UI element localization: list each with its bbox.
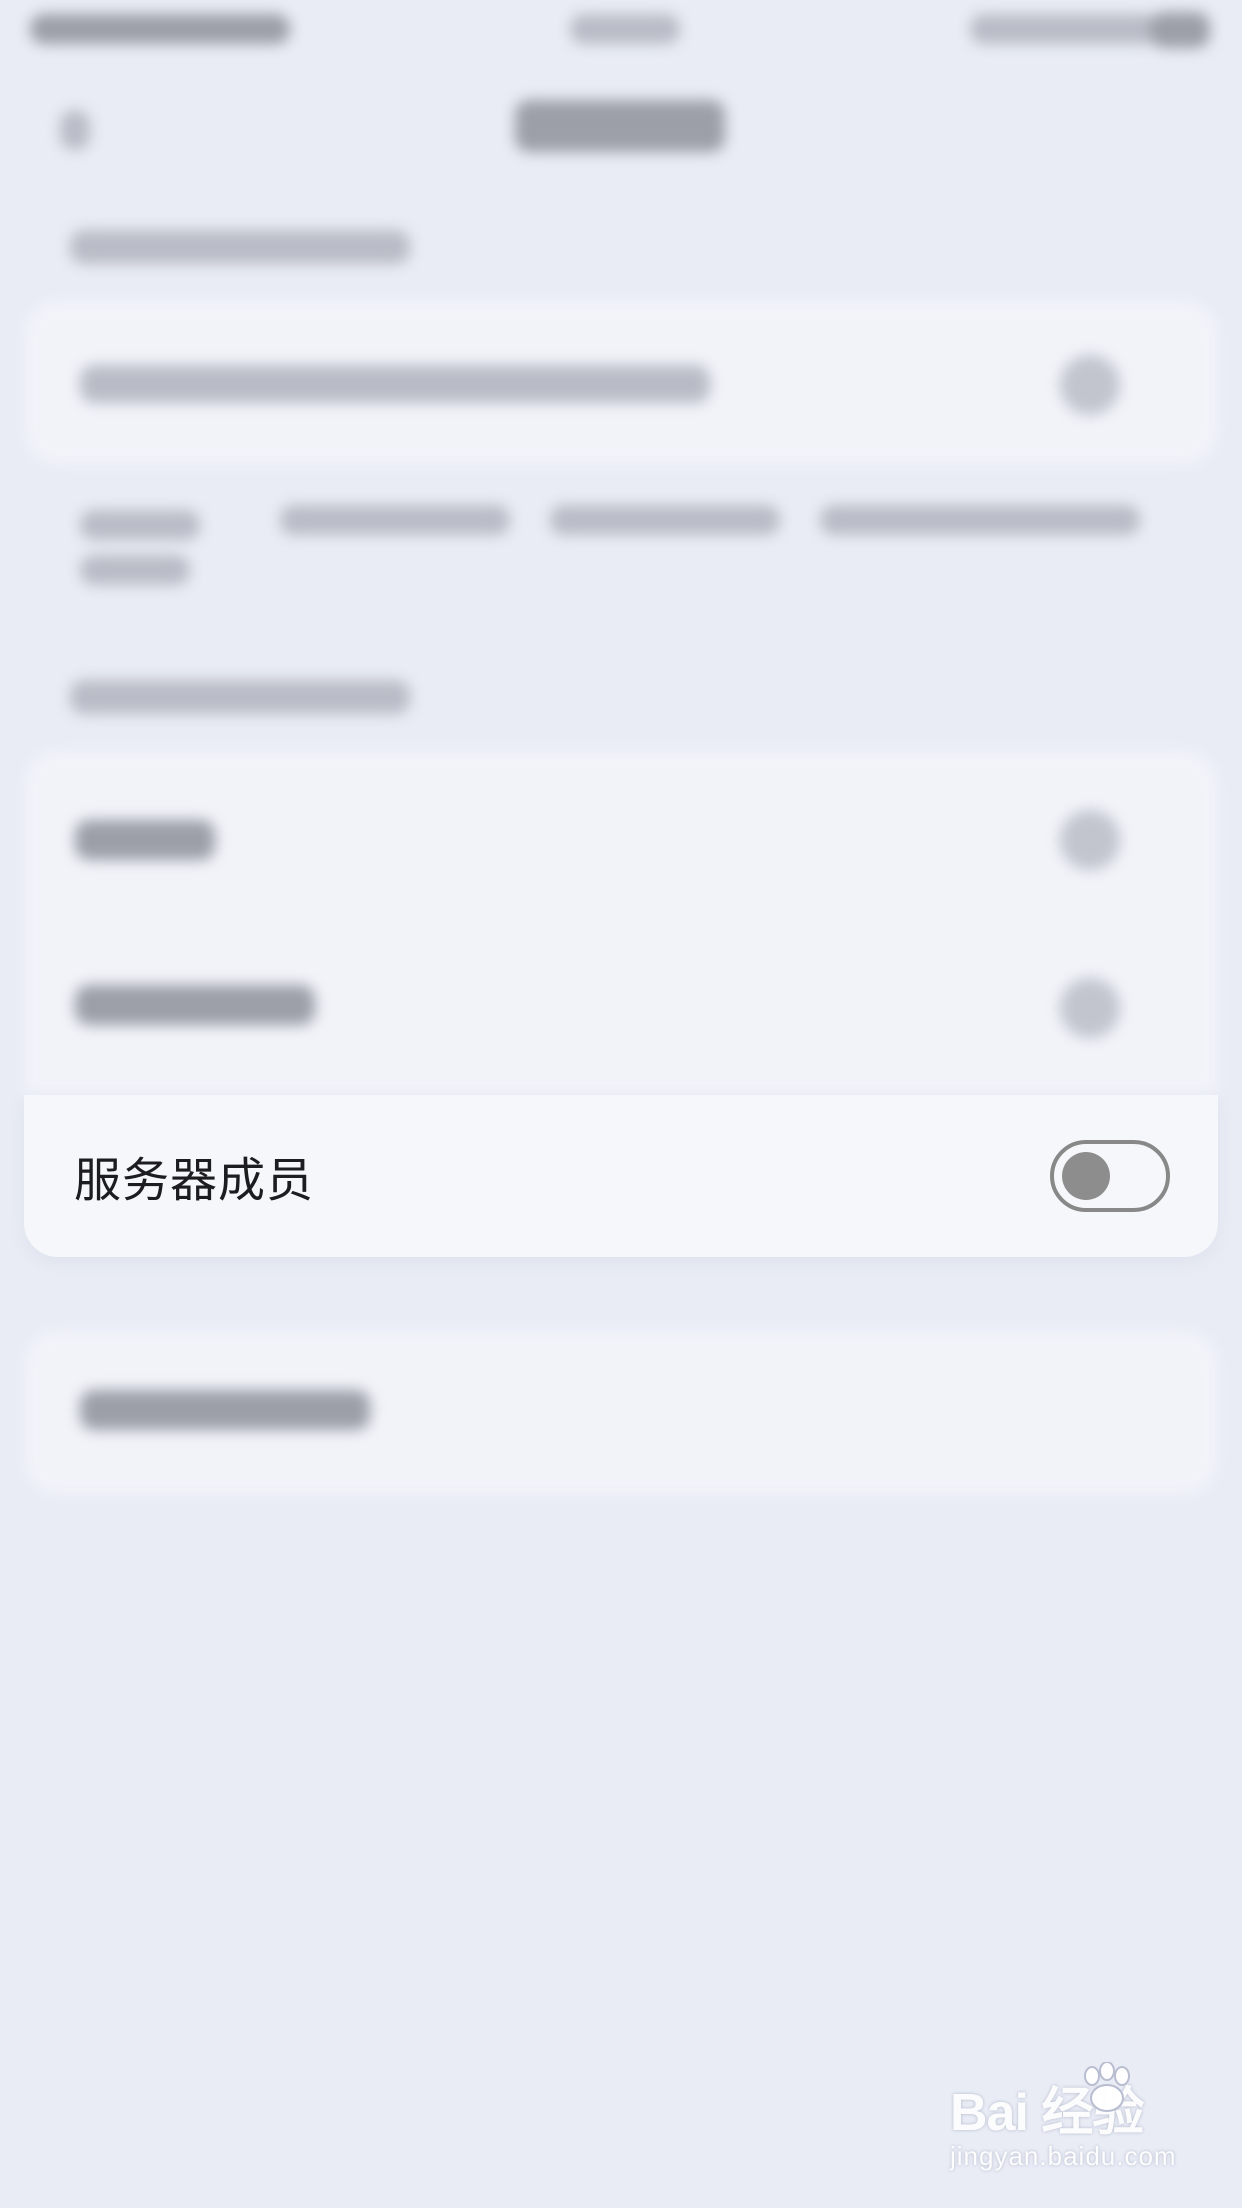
card-1-text-blur — [80, 365, 710, 403]
battery-icon-blur — [1150, 12, 1210, 48]
section-header-blur-2 — [70, 680, 410, 714]
watermark-url: jingyan.baidu.com — [950, 2141, 1177, 2171]
description-blur-4 — [820, 505, 1140, 535]
toggle-knob — [1062, 1152, 1110, 1200]
paw-icon — [1084, 2062, 1130, 2112]
status-bar-right-blur — [970, 14, 1160, 44]
card-2-row-2-toggle-blur — [1060, 978, 1120, 1038]
card-1-toggle-blur — [1060, 355, 1120, 415]
server-members-row: 服务器成员 — [24, 1095, 1218, 1257]
card-3-text-blur — [80, 1390, 370, 1430]
status-bar-center-blur — [570, 14, 680, 44]
description-blur-1 — [80, 510, 200, 540]
baidu-jingyan-watermark: Bai 经验 jingyan.baidu.com — [950, 2062, 1177, 2172]
status-bar-left-blur — [30, 14, 290, 44]
watermark-brand: Bai 经验 — [950, 2084, 1144, 2142]
card-2-row-1-blur — [75, 820, 215, 860]
page-title-blur — [515, 100, 725, 152]
description-blur-5 — [80, 555, 190, 585]
description-blur-2 — [280, 505, 510, 535]
back-icon-blur — [60, 110, 90, 150]
server-members-label: 服务器成员 — [74, 1153, 314, 1209]
section-header-blur-1 — [70, 230, 410, 264]
card-2-row-2-blur — [75, 985, 315, 1025]
card-blur-2 — [24, 750, 1218, 1095]
description-blur-3 — [550, 505, 780, 535]
card-2-row-1-toggle-blur — [1060, 810, 1120, 870]
server-members-toggle[interactable] — [1050, 1140, 1170, 1212]
